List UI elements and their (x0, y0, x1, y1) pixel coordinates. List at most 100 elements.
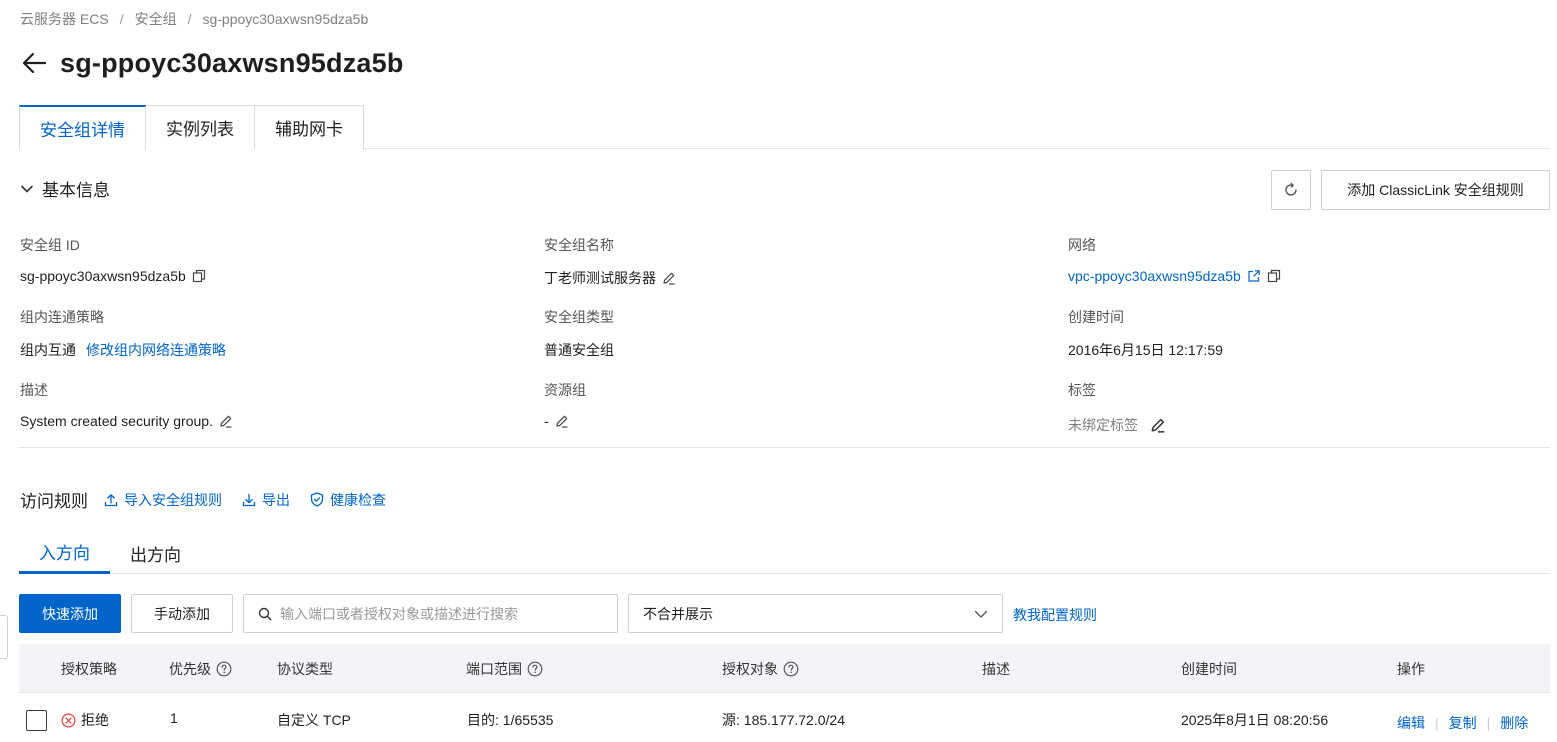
add-classiclink-rule-button[interactable]: 添加 ClassicLink 安全组规则 (1321, 170, 1550, 210)
refresh-icon (1285, 182, 1297, 196)
help-circle-icon[interactable] (527, 661, 543, 677)
column-port-label: 端口范围 (466, 661, 522, 677)
info-value-wrap: 组内互通 修改组内网络连通策略 (20, 340, 226, 360)
row-policy-label: 拒绝 (81, 712, 109, 728)
info-value-wrap: 2016年6月15日 12:17:59 (1068, 340, 1223, 360)
info-label: 资源组 (544, 382, 586, 398)
info-value-wrap: 未绑定标签 (1068, 415, 1166, 435)
ops-separator: | (1435, 715, 1439, 731)
external-link-icon[interactable] (1247, 269, 1261, 283)
merge-display-value: 不合并展示 (643, 605, 713, 622)
tab-outbound[interactable]: 出方向 (110, 532, 201, 574)
sg-name-value: 丁老师测试服务器 (544, 270, 656, 286)
breadcrumb: 云服务器 ECS / 安全组 / sg-ppoyc30axwsn95dza5b (20, 9, 368, 29)
row-created: 2025年8月1日 08:20:56 (1181, 712, 1329, 728)
export-button[interactable]: 导出 (242, 490, 290, 510)
info-label: 安全组名称 (544, 237, 614, 253)
manual-add-button[interactable]: 手动添加 (131, 594, 233, 633)
row-protocol: 自定义 TCP (277, 712, 351, 728)
merge-display-select[interactable]: 不合并展示 (628, 594, 1003, 633)
column-protocol: 协议类型 (277, 661, 333, 677)
info-description: 描述 System created security group. (20, 380, 233, 429)
info-value-wrap: 普通安全组 (544, 340, 614, 360)
column-priority-label: 优先级 (169, 661, 211, 677)
help-circle-icon[interactable] (216, 661, 232, 677)
breadcrumb-separator: / (119, 11, 124, 27)
shield-check-icon (310, 492, 324, 507)
export-label: 导出 (262, 491, 290, 508)
column-description: 描述 (982, 661, 1010, 677)
edit-icon[interactable] (219, 414, 233, 428)
back-arrow-icon[interactable] (20, 49, 48, 77)
chevron-down-icon (974, 610, 988, 618)
main-tabs: 安全组详情 实例列表 辅助网卡 (19, 105, 1550, 150)
download-icon (242, 493, 256, 506)
column-policy: 授权策略 (61, 661, 117, 677)
info-value-wrap: - (544, 413, 586, 429)
row-checkbox[interactable] (26, 710, 47, 731)
basic-info-toggle[interactable]: 基本信息 (20, 176, 110, 201)
info-label: 安全组类型 (544, 309, 614, 325)
tab-secondary-eni[interactable]: 辅助网卡 (254, 105, 364, 149)
row-operations: 编辑 | 复制 | 删除 (1397, 713, 1528, 733)
column-target-label: 授权对象 (722, 661, 778, 677)
column-priority: 优先级 (169, 659, 232, 679)
refresh-button[interactable] (1271, 170, 1311, 210)
info-label: 标签 (1068, 382, 1096, 398)
health-check-button[interactable]: 健康检查 (310, 490, 386, 510)
sidebar-collapse-handle[interactable] (0, 615, 8, 659)
breadcrumb-current: sg-ppoyc30axwsn95dza5b (202, 11, 369, 27)
info-policy: 组内连通策略 组内互通 修改组内网络连通策略 (20, 307, 226, 360)
edit-icon[interactable] (662, 271, 676, 285)
vpc-link[interactable]: vpc-ppoyc30axwsn95dza5b (1068, 268, 1241, 284)
deny-circle-icon (61, 712, 76, 728)
rules-toolbar: 访问规则 导入安全组规则 导出 健康检查 (20, 487, 406, 512)
column-operations: 操作 (1397, 661, 1425, 677)
quick-add-button[interactable]: 快速添加 (19, 594, 121, 633)
direction-tabs: 入方向 出方向 (19, 532, 1550, 574)
search-input[interactable] (280, 605, 600, 622)
column-target: 授权对象 (722, 659, 799, 679)
info-value-wrap: vpc-ppoyc30axwsn95dza5b (1068, 268, 1281, 284)
breadcrumb-separator: / (187, 11, 192, 27)
sg-type-value: 普通安全组 (544, 342, 614, 358)
rules-table-header: 授权策略 优先级 协议类型 端口范围 授权对象 描述 创建时间 操作 (19, 644, 1550, 693)
info-label: 安全组 ID (20, 237, 80, 253)
table-row: 拒绝 1 自定义 TCP 目的: 1/65535 源: 185.177.72.0… (19, 694, 1550, 742)
import-rules-label: 导入安全组规则 (124, 491, 222, 508)
edit-rule-link[interactable]: 编辑 (1397, 713, 1425, 733)
tab-inbound[interactable]: 入方向 (19, 532, 110, 574)
copy-rule-link[interactable]: 复制 (1449, 713, 1477, 733)
breadcrumb-ecs[interactable]: 云服务器 ECS (20, 9, 109, 29)
page-title: sg-ppoyc30axwsn95dza5b (60, 47, 404, 78)
health-check-label: 健康检查 (330, 491, 386, 508)
search-icon (258, 607, 272, 620)
breadcrumb-security-group[interactable]: 安全组 (135, 9, 177, 29)
copy-icon[interactable] (1267, 269, 1281, 283)
section-title: 基本信息 (42, 181, 110, 200)
tab-sg-details[interactable]: 安全组详情 (19, 105, 146, 150)
tags-value: 未绑定标签 (1068, 417, 1138, 433)
modify-policy-link[interactable]: 修改组内网络连通策略 (86, 340, 226, 360)
row-policy: 拒绝 (61, 710, 109, 730)
search-box (243, 594, 618, 633)
edit-icon[interactable] (555, 414, 569, 428)
help-circle-icon[interactable] (783, 661, 799, 677)
info-label: 创建时间 (1068, 309, 1124, 325)
help-config-link[interactable]: 教我配置规则 (1013, 605, 1097, 625)
sg-id-value: sg-ppoyc30axwsn95dza5b (20, 268, 186, 284)
created-value: 2016年6月15日 12:17:59 (1068, 342, 1223, 358)
tab-instance-list[interactable]: 实例列表 (145, 105, 255, 149)
info-sg-name: 安全组名称 丁老师测试服务器 (544, 235, 676, 288)
edit-icon[interactable] (1150, 417, 1166, 433)
row-priority: 1 (170, 710, 178, 726)
copy-icon[interactable] (192, 269, 206, 283)
resource-group-value: - (544, 413, 549, 429)
import-rules-button[interactable]: 导入安全组规则 (104, 490, 222, 510)
info-label: 网络 (1068, 237, 1096, 253)
info-sg-id: 安全组 ID sg-ppoyc30axwsn95dza5b (20, 235, 206, 284)
delete-rule-link[interactable]: 删除 (1500, 713, 1528, 733)
info-value-wrap: 丁老师测试服务器 (544, 268, 676, 288)
row-target: 源: 185.177.72.0/24 (722, 712, 845, 728)
info-label: 描述 (20, 382, 48, 398)
